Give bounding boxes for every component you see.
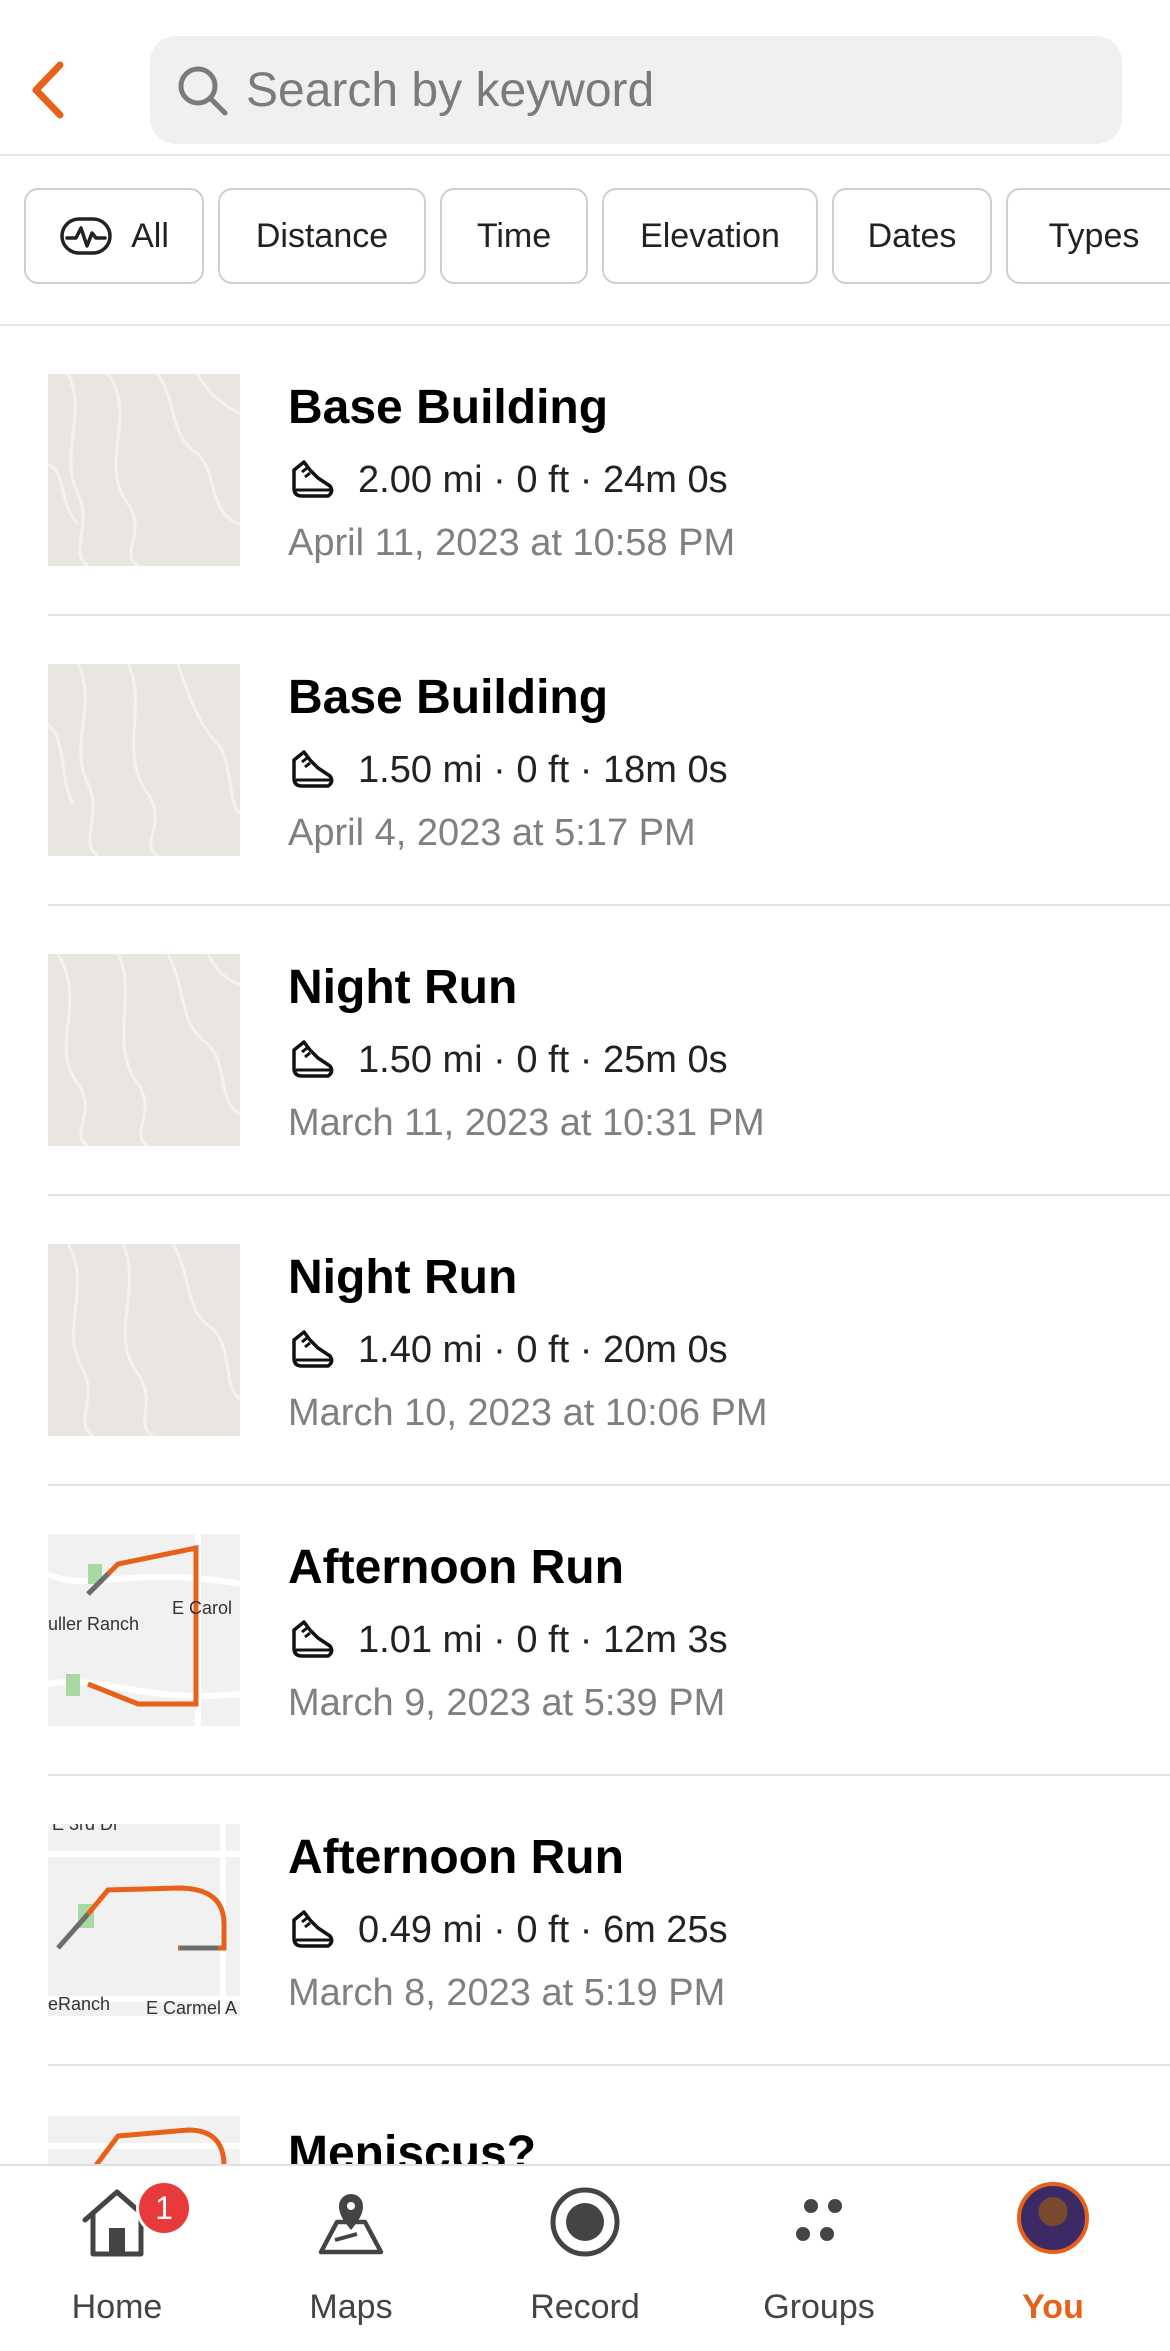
filter-bar: All Distance Time Elevation Dates Types: [0, 156, 1170, 326]
activity-stats-text: 0.49 mi · 0 ft · 6m 25s: [358, 1908, 728, 1951]
activity-stats: 1.40 mi · 0 ft · 20m 0s: [288, 1326, 728, 1374]
filter-chip-label: Elevation: [640, 216, 780, 255]
filter-chip-time[interactable]: Time: [440, 188, 588, 284]
avatar: [1017, 2182, 1089, 2254]
activity-pulse-icon: [60, 217, 112, 255]
activity-stats: 1.50 mi · 0 ft · 18m 0s: [288, 746, 728, 794]
activity-title: Base Building: [288, 381, 609, 434]
tab-label: Groups: [763, 2288, 875, 2326]
tab-you[interactable]: You: [936, 2166, 1170, 2351]
map-label: uller Ranch: [48, 1614, 139, 1634]
back-button[interactable]: [18, 50, 78, 130]
activity-item[interactable]: Base Building 1.50 mi · 0 ft · 18m 0s Ap…: [0, 616, 1170, 906]
activity-stats-text: 1.50 mi · 0 ft · 18m 0s: [358, 748, 728, 791]
tab-record[interactable]: Record: [468, 2166, 702, 2351]
run-shoe-icon: [292, 1910, 334, 1948]
filter-chip-elevation[interactable]: Elevation: [602, 188, 818, 284]
activity-stats-text: 2.00 mi · 0 ft · 24m 0s: [358, 458, 728, 501]
activity-stats: 0.49 mi · 0 ft · 6m 25s: [288, 1906, 728, 1954]
activity-stats-text: 1.50 mi · 0 ft · 25m 0s: [358, 1038, 728, 1081]
activity-stats: 1.50 mi · 0 ft · 25m 0s: [288, 1036, 728, 1084]
tab-bar: 1 Home Maps Record Groups You: [0, 2164, 1170, 2351]
tab-label: Home: [71, 2288, 163, 2326]
filter-chip-label: Time: [476, 216, 552, 255]
map-label: E Carol: [172, 1598, 232, 1618]
map-thumbnail: [48, 664, 240, 856]
activity-stats-text: 1.01 mi · 0 ft · 12m 3s: [358, 1618, 728, 1661]
record-icon: [550, 2187, 620, 2257]
map-thumbnail: [48, 1244, 240, 1436]
activity-stats: 2.00 mi · 0 ft · 24m 0s: [288, 456, 728, 504]
activity-title: Night Run: [288, 1251, 518, 1304]
activity-date: April 11, 2023 at 10:58 PM: [288, 522, 736, 564]
map-thumbnail: [48, 374, 240, 566]
filter-chip-label: Types: [1048, 216, 1140, 255]
activity-title: Base Building: [288, 671, 609, 724]
activity-date: March 8, 2023 at 5:19 PM: [288, 1972, 726, 2014]
run-shoe-icon: [292, 1620, 334, 1658]
map-label: E 3rd Dr: [52, 1824, 119, 1834]
run-shoe-icon: [292, 1040, 334, 1078]
chevron-left-icon: [32, 61, 64, 119]
activity-stats: 1.01 mi · 0 ft · 12m 3s: [288, 1616, 728, 1664]
activity-item[interactable]: uller Ranch E Carol Afternoon Run 1.01 m…: [0, 1486, 1170, 1776]
route-map-thumbnail: uller Ranch E Carol: [48, 1534, 240, 1726]
groups-icon: [796, 2199, 842, 2241]
activity-title: Night Run: [288, 961, 518, 1014]
header: [0, 0, 1170, 156]
notification-badge: 1: [136, 2180, 192, 2236]
route-map-thumbnail: E 3rd Dr eRanch E Carmel A: [48, 1824, 240, 2016]
map-pin-icon: [318, 2194, 384, 2255]
run-shoe-icon: [292, 750, 334, 788]
map-label: eRanch: [48, 1994, 110, 2014]
search-bar[interactable]: [150, 36, 1122, 144]
tab-label: You: [1022, 2288, 1084, 2326]
filter-chip-distance[interactable]: Distance: [218, 188, 426, 284]
map-label: E Carmel A: [146, 1998, 237, 2016]
tab-label: Maps: [309, 2288, 393, 2326]
filter-chip-label: Dates: [867, 216, 957, 255]
activity-title: Afternoon Run: [288, 1831, 624, 1884]
activity-date: April 4, 2023 at 5:17 PM: [288, 812, 696, 854]
activity-date: March 10, 2023 at 10:06 PM: [288, 1392, 768, 1434]
filter-chip-dates[interactable]: Dates: [832, 188, 992, 284]
tab-groups[interactable]: Groups: [702, 2166, 936, 2351]
activity-item[interactable]: Night Run 1.40 mi · 0 ft · 20m 0s March …: [0, 1196, 1170, 1486]
search-icon: [178, 66, 228, 116]
activity-date: March 11, 2023 at 10:31 PM: [288, 1102, 765, 1144]
filter-chip-label: Distance: [255, 216, 389, 255]
tab-label: Record: [530, 2288, 640, 2326]
activity-item[interactable]: Night Run 1.50 mi · 0 ft · 25m 0s March …: [0, 906, 1170, 1196]
map-thumbnail: [48, 954, 240, 1146]
filter-chip-label: All: [131, 216, 169, 255]
filter-chip-all[interactable]: All: [24, 188, 204, 284]
run-shoe-icon: [292, 1330, 334, 1368]
run-shoe-icon: [292, 460, 334, 498]
activity-title: Afternoon Run: [288, 1541, 624, 1594]
filter-chip-types[interactable]: Types: [1006, 188, 1170, 284]
tab-home[interactable]: 1 Home: [0, 2166, 234, 2351]
activity-date: March 9, 2023 at 5:39 PM: [288, 1682, 726, 1724]
activity-item[interactable]: Base Building 2.00 mi · 0 ft · 24m 0s Ap…: [0, 326, 1170, 616]
tab-maps[interactable]: Maps: [234, 2166, 468, 2351]
search-input[interactable]: [246, 62, 1066, 118]
activity-item[interactable]: E 3rd Dr eRanch E Carmel A Afternoon Run…: [0, 1776, 1170, 2066]
activity-stats-text: 1.40 mi · 0 ft · 20m 0s: [358, 1328, 728, 1371]
